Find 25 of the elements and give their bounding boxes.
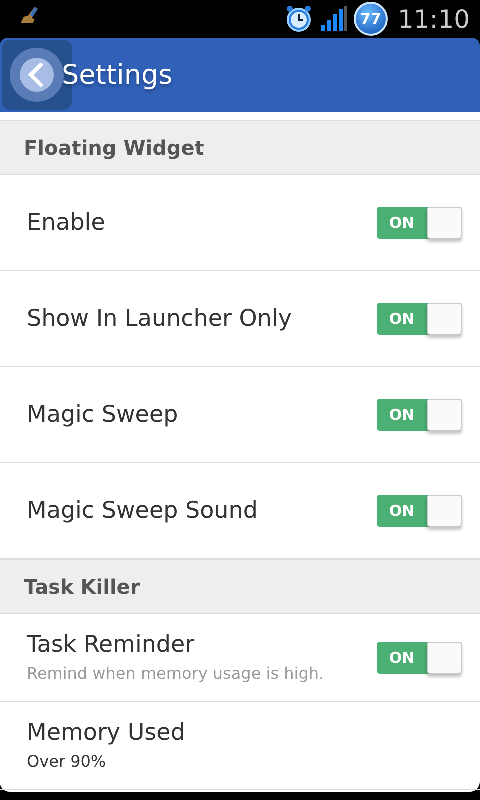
item-label: Task Reminder [27, 632, 196, 658]
switch-label: ON [388, 212, 416, 234]
screen-title: Settings [62, 60, 173, 90]
item-label: Show In Launcher Only [27, 306, 292, 332]
back-icon [9, 47, 65, 103]
switch-label: ON [388, 648, 416, 668]
item-summary: Remind when memory usage is high. [27, 664, 324, 683]
item-label: Magic Sweep [27, 402, 178, 428]
settings-item[interactable]: Task Reminder Remind when memory usage is high. ON [0, 614, 480, 702]
settings-item[interactable]: Magic Sweep ON [0, 367, 480, 463]
signal-icon [320, 6, 348, 32]
item-label: Memory Used [27, 720, 186, 746]
switch-label: ON [388, 404, 416, 426]
battery-badge: 77 [354, 2, 388, 36]
settings-item[interactable]: Enable ON [0, 175, 480, 271]
settings-item[interactable]: Show In Launcher Only ON [0, 271, 480, 367]
item-label: Enable [27, 210, 106, 236]
section-header: Task Killer [0, 559, 480, 614]
item-value: Over 90% [27, 752, 108, 771]
settings-item[interactable]: Memory Used Over 90% [0, 702, 480, 790]
item-label: Magic Sweep Sound [27, 498, 258, 524]
section-header: Floating Widget [0, 120, 480, 175]
clock: 11:10 [398, 4, 470, 34]
switch-label: ON [388, 308, 416, 330]
switch-label: ON [388, 500, 416, 522]
